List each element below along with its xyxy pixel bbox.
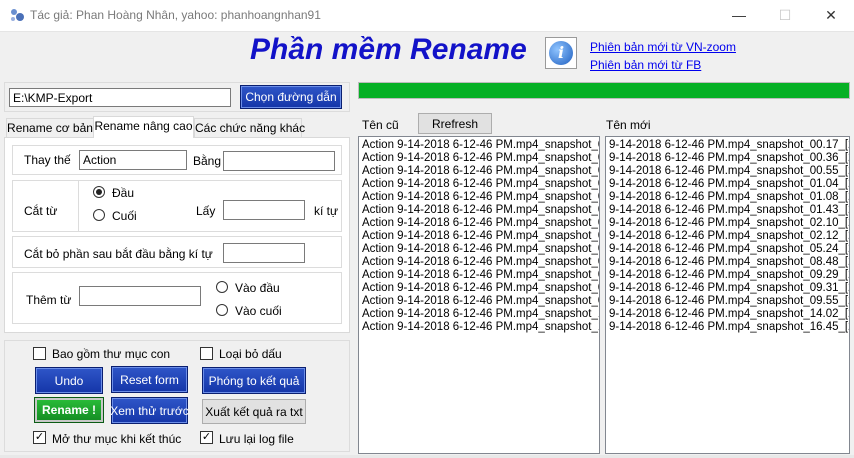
- replace-with-label: Bằng: [193, 154, 222, 168]
- cut-label: Cắt từ: [24, 204, 58, 218]
- old-names-list[interactable]: Action 9-14-2018 6-12-46 PM.mp4_snapshot…: [358, 136, 600, 454]
- remove-accents-checkbox[interactable]: [200, 347, 213, 360]
- list-item[interactable]: 9-14-2018 6-12-46 PM.mp4_snapshot_01.04_…: [606, 178, 849, 191]
- cut-end-radio[interactable]: [93, 209, 105, 221]
- rename-button[interactable]: Rename !: [34, 397, 104, 423]
- list-item[interactable]: Action 9-14-2018 6-12-46 PM.mp4_snapshot…: [359, 191, 599, 204]
- list-item[interactable]: Action 9-14-2018 6-12-46 PM.mp4_snapshot…: [359, 243, 599, 256]
- list-item[interactable]: 9-14-2018 6-12-46 PM.mp4_snapshot_08.48_…: [606, 256, 849, 269]
- add-word-input[interactable]: [79, 286, 201, 306]
- cut-unit-label: kí tự: [314, 204, 339, 218]
- list-item[interactable]: 9-14-2018 6-12-46 PM.mp4_snapshot_16.45_…: [606, 321, 849, 334]
- remove-accents-label: Loại bỏ dấu: [219, 347, 282, 361]
- list-item[interactable]: Action 9-14-2018 6-12-46 PM.mp4_snapshot…: [359, 178, 599, 191]
- list-item[interactable]: Action 9-14-2018 6-12-46 PM.mp4_snapshot…: [359, 321, 599, 334]
- list-item[interactable]: Action 9-14-2018 6-12-46 PM.mp4_snapshot…: [359, 217, 599, 230]
- cut-divider: [78, 180, 79, 232]
- cut-after-input[interactable]: [223, 243, 305, 263]
- list-item[interactable]: Action 9-14-2018 6-12-46 PM.mp4_snapshot…: [359, 256, 599, 269]
- link-facebook[interactable]: Phiên bản mới từ FB: [590, 58, 701, 72]
- app-title: Phần mềm Rename: [250, 33, 527, 66]
- cut-start-label: Đầu: [112, 186, 135, 200]
- cut-start-radio[interactable]: [93, 186, 105, 198]
- save-log-checkbox[interactable]: ✓: [200, 431, 213, 444]
- info-button[interactable]: i: [545, 37, 577, 69]
- refresh-button[interactable]: Rrefresh: [418, 113, 492, 134]
- zoom-result-button[interactable]: Phóng to kết quả: [202, 367, 306, 394]
- reset-form-button[interactable]: Reset form: [111, 366, 188, 393]
- add-end-label: Vào cuối: [235, 304, 282, 318]
- list-item[interactable]: 9-14-2018 6-12-46 PM.mp4_snapshot_02.12_…: [606, 230, 849, 243]
- save-log-label: Lưu lại log file: [219, 432, 294, 446]
- list-item[interactable]: Action 9-14-2018 6-12-46 PM.mp4_snapshot…: [359, 295, 599, 308]
- include-subfolders-label: Bao gồm thư mục con: [52, 347, 171, 361]
- list-item[interactable]: 9-14-2018 6-12-46 PM.mp4_snapshot_14.02_…: [606, 308, 849, 321]
- replace-label: Thay thế: [24, 153, 71, 167]
- new-names-label: Tên mới: [606, 118, 651, 132]
- choose-path-button[interactable]: Chọn đường dẫn: [240, 85, 342, 109]
- list-item[interactable]: Action 9-14-2018 6-12-46 PM.mp4_snapshot…: [359, 152, 599, 165]
- cut-end-label: Cuối: [112, 209, 137, 223]
- list-item[interactable]: 9-14-2018 6-12-46 PM.mp4_snapshot_09.29_…: [606, 269, 849, 282]
- new-names-list[interactable]: 9-14-2018 6-12-46 PM.mp4_snapshot_00.17_…: [605, 136, 850, 454]
- list-item[interactable]: Action 9-14-2018 6-12-46 PM.mp4_snapshot…: [359, 139, 599, 152]
- list-item[interactable]: Action 9-14-2018 6-12-46 PM.mp4_snapshot…: [359, 204, 599, 217]
- preview-button[interactable]: Xem thử trước: [110, 397, 189, 424]
- close-button[interactable]: ✕: [808, 0, 854, 31]
- list-item[interactable]: 9-14-2018 6-12-46 PM.mp4_snapshot_05.24_…: [606, 243, 849, 256]
- list-item[interactable]: Action 9-14-2018 6-12-46 PM.mp4_snapshot…: [359, 282, 599, 295]
- maximize-button[interactable]: ☐: [762, 0, 808, 31]
- list-item[interactable]: 9-14-2018 6-12-46 PM.mp4_snapshot_00.36_…: [606, 152, 849, 165]
- add-word-label: Thêm từ: [26, 293, 72, 307]
- title-bar: Tác giả: Phan Hoàng Nhân, yahoo: phanhoa…: [0, 0, 854, 32]
- link-vnzoom[interactable]: Phiên bản mới từ VN-zoom: [590, 40, 736, 54]
- open-folder-checkbox[interactable]: ✓: [33, 431, 46, 444]
- old-names-label: Tên cũ: [362, 118, 399, 132]
- info-icon: i: [549, 41, 573, 65]
- tab-basic-rename[interactable]: Rename cơ bản: [6, 118, 94, 138]
- minimize-button[interactable]: —: [716, 0, 762, 31]
- progress-fill: [359, 83, 849, 98]
- list-item[interactable]: 9-14-2018 6-12-46 PM.mp4_snapshot_00.55_…: [606, 165, 849, 178]
- list-item[interactable]: 9-14-2018 6-12-46 PM.mp4_snapshot_09.31_…: [606, 282, 849, 295]
- progress-bar: [358, 82, 850, 99]
- list-item[interactable]: Action 9-14-2018 6-12-46 PM.mp4_snapshot…: [359, 308, 599, 321]
- app-icon: [11, 9, 24, 21]
- add-start-radio[interactable]: [216, 281, 228, 293]
- cut-after-label: Cắt bỏ phần sau bắt đầu bằng kí tự: [24, 247, 213, 261]
- list-item[interactable]: Action 9-14-2018 6-12-46 PM.mp4_snapshot…: [359, 230, 599, 243]
- list-item[interactable]: 9-14-2018 6-12-46 PM.mp4_snapshot_02.10_…: [606, 217, 849, 230]
- list-item[interactable]: 9-14-2018 6-12-46 PM.mp4_snapshot_00.17_…: [606, 139, 849, 152]
- open-folder-label: Mở thư mục khi kết thúc: [52, 432, 182, 446]
- cut-take-label: Lấy: [196, 204, 216, 218]
- undo-button[interactable]: Undo: [35, 367, 103, 394]
- path-input[interactable]: E:\KMP-Export: [9, 88, 231, 107]
- include-subfolders-checkbox[interactable]: [33, 347, 46, 360]
- replace-with-input[interactable]: [223, 151, 335, 171]
- export-txt-button[interactable]: Xuất kết quả ra txt: [202, 399, 306, 424]
- list-item[interactable]: Action 9-14-2018 6-12-46 PM.mp4_snapshot…: [359, 269, 599, 282]
- list-item[interactable]: 9-14-2018 6-12-46 PM.mp4_snapshot_01.43_…: [606, 204, 849, 217]
- tab-advanced-rename[interactable]: Rename nâng cao: [93, 116, 194, 138]
- list-item[interactable]: Action 9-14-2018 6-12-46 PM.mp4_snapshot…: [359, 165, 599, 178]
- replace-input[interactable]: Action: [79, 150, 187, 170]
- list-item[interactable]: 9-14-2018 6-12-46 PM.mp4_snapshot_09.55_…: [606, 295, 849, 308]
- list-item[interactable]: 9-14-2018 6-12-46 PM.mp4_snapshot_01.08_…: [606, 191, 849, 204]
- cut-take-input[interactable]: [223, 200, 305, 220]
- tab-other-functions[interactable]: Các chức năng khác: [194, 118, 305, 138]
- window-title: Tác giả: Phan Hoàng Nhân, yahoo: phanhoa…: [30, 8, 321, 22]
- add-start-label: Vào đầu: [235, 281, 280, 295]
- add-end-radio[interactable]: [216, 304, 228, 316]
